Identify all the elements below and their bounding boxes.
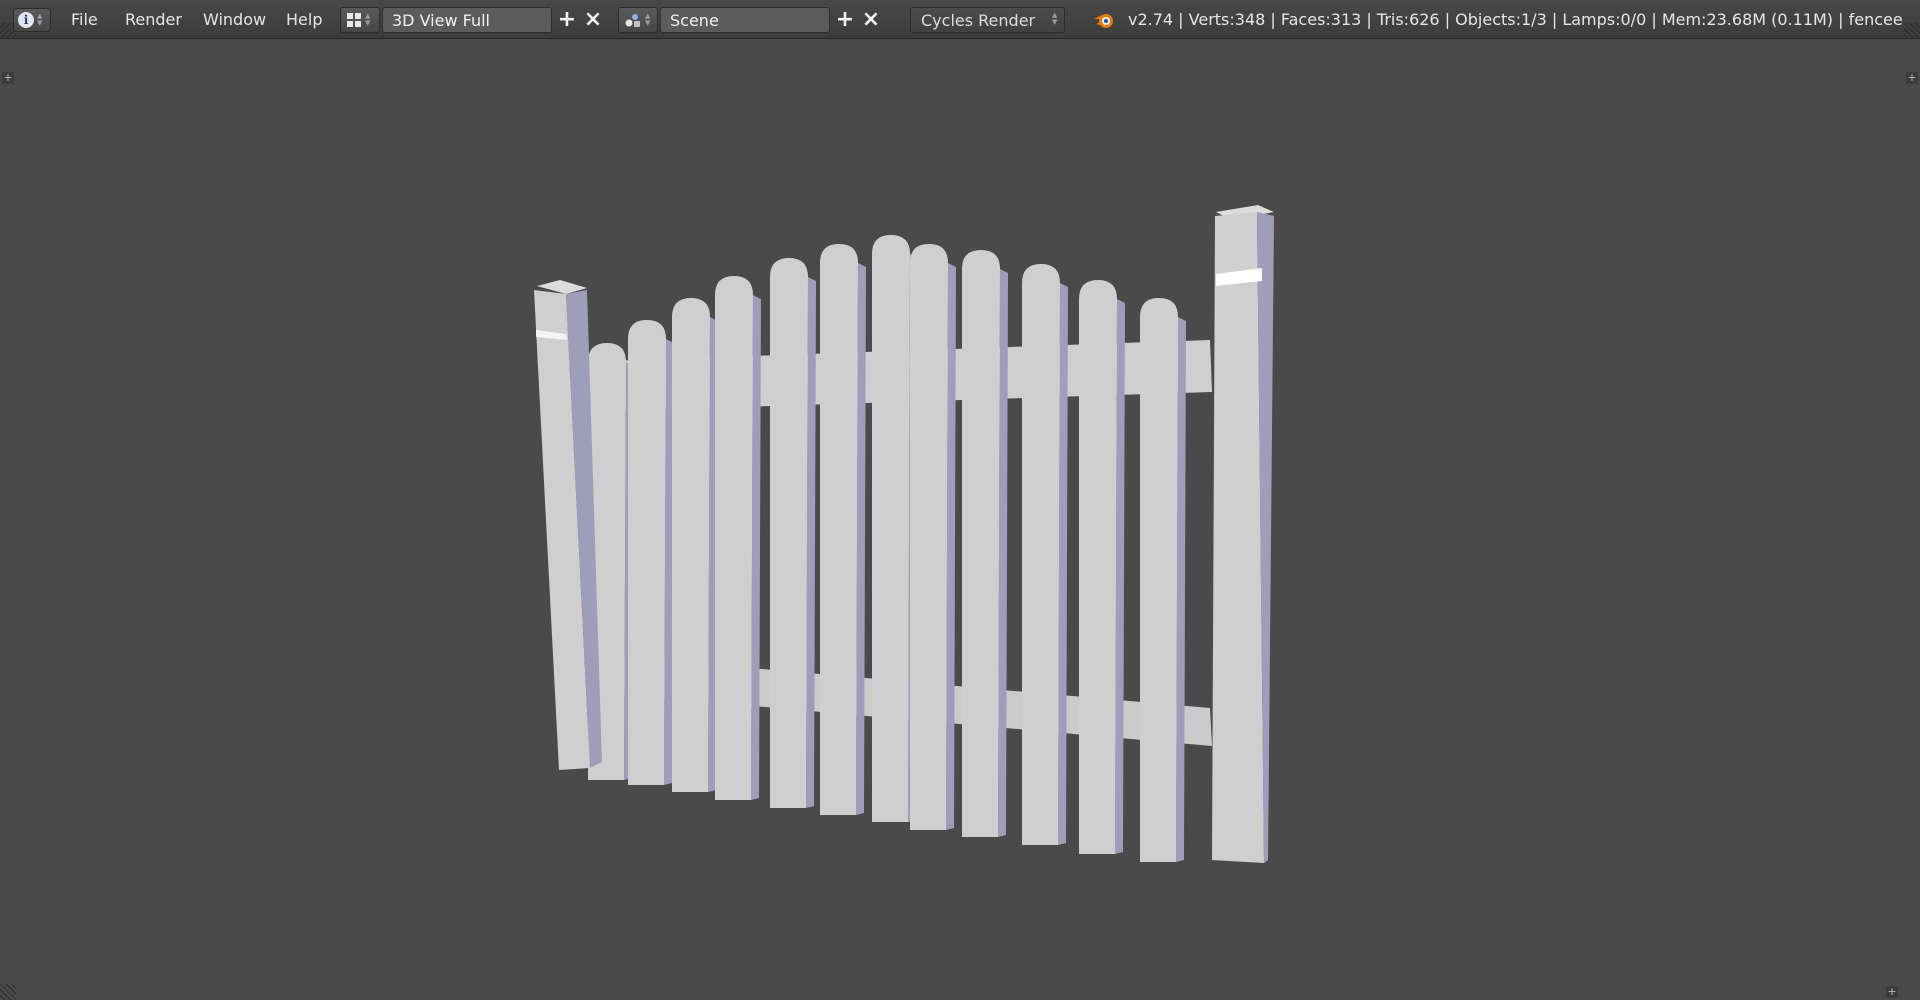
scene-browse-button[interactable]: ▲ ▼ <box>618 7 658 33</box>
menu-file[interactable]: File <box>71 10 98 29</box>
chevron-updown-icon: ▲ ▼ <box>365 12 371 27</box>
fence-picket <box>872 235 910 822</box>
scene-name-field[interactable]: Scene <box>660 7 830 33</box>
fence-pickets <box>588 235 1186 862</box>
fence-picket <box>1022 264 1060 845</box>
menu-help[interactable]: Help <box>286 10 322 29</box>
fence-picket <box>910 244 948 830</box>
chevron-updown-icon: ▲ ▼ <box>1052 11 1058 26</box>
chevron-updown-icon: ▲ ▼ <box>37 12 43 27</box>
editor-type-button[interactable]: i ▲ ▼ <box>13 8 51 32</box>
fence-picket <box>770 258 808 808</box>
fence-post-right <box>1212 205 1274 863</box>
3d-viewport[interactable]: + + + <box>0 40 1920 1000</box>
screen-layout-icon <box>347 13 361 27</box>
render-engine-value: Cycles Render <box>921 11 1036 30</box>
close-icon[interactable]: × <box>860 7 882 33</box>
fence-picket <box>628 320 666 785</box>
render-engine-dropdown[interactable]: Cycles Render ▲ ▼ <box>910 7 1065 33</box>
close-icon[interactable]: × <box>582 7 604 33</box>
fence-picket <box>962 250 1000 837</box>
plus-icon[interactable]: + <box>834 7 856 33</box>
screen-layout-name-field[interactable]: 3D View Full <box>382 7 552 33</box>
status-stats: v2.74 | Verts:348 | Faces:313 | Tris:626… <box>1128 10 1903 29</box>
screen-layout-browse-button[interactable]: ▲ ▼ <box>340 7 380 33</box>
fence-picket <box>1140 298 1178 862</box>
fence-picket <box>820 244 858 815</box>
plus-icon[interactable]: + <box>556 7 578 33</box>
info-header: i ▲ ▼ File Render Window Help ▲ ▼ 3D View … <box>0 0 1920 39</box>
fence-picket <box>1079 280 1117 854</box>
scene-icon <box>625 14 640 27</box>
chevron-updown-icon: ▲ ▼ <box>645 12 651 27</box>
fence-picket <box>672 298 710 792</box>
menu-render[interactable]: Render <box>125 10 182 29</box>
blender-logo-icon <box>1094 14 1113 28</box>
area-split-handle[interactable] <box>1904 23 1920 39</box>
info-icon: i <box>18 12 34 28</box>
menu-window[interactable]: Window <box>203 10 266 29</box>
fence-object[interactable] <box>0 40 1920 1000</box>
fence-picket <box>715 276 753 800</box>
